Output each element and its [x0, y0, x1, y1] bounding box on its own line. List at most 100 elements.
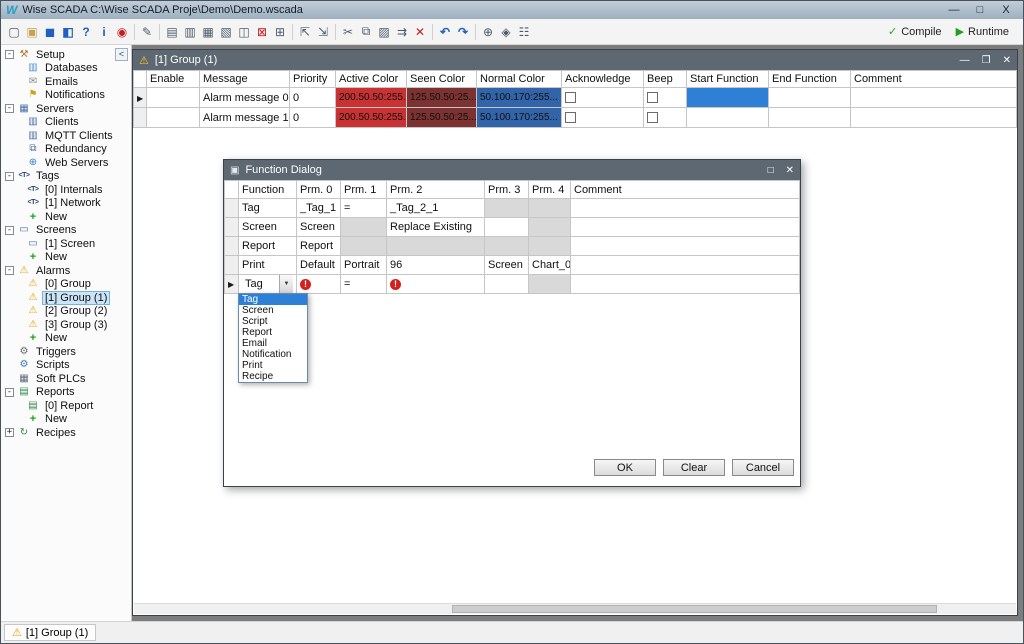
dropdown-option-notification[interactable]: Notification [239, 349, 307, 360]
expander-icon[interactable]: - [5, 104, 14, 113]
column-header-seen-color[interactable]: Seen Color [407, 71, 477, 88]
comment-cell[interactable] [571, 275, 800, 294]
dropdown-option-recipe[interactable]: Recipe [239, 371, 307, 382]
sidebar-item-triggers[interactable]: ⚙ Triggers [1, 345, 131, 359]
message-cell[interactable]: Alarm message 1! [200, 108, 290, 128]
expander-icon[interactable]: - [5, 388, 14, 397]
column-header-prm0[interactable]: Prm. 0 [297, 181, 341, 199]
sidebar-item-screens-new[interactable]: + New [1, 251, 131, 265]
chevron-down-icon[interactable]: ▼ [279, 275, 293, 293]
grid-icon[interactable]: ⊞ [271, 23, 289, 41]
seen-color-cell[interactable]: 125.50.50:25... [407, 88, 477, 108]
prm0-cell[interactable]: Report [297, 237, 341, 256]
normal-color-cell[interactable]: 50.100.170:255... [477, 88, 562, 108]
dropdown-option-email[interactable]: Email [239, 338, 307, 349]
sidebar-item-databases[interactable]: ▥ Databases [1, 62, 131, 76]
prm1-cell[interactable]: Portrait [341, 256, 387, 275]
sidebar-item-soft-plcs[interactable]: ▦ Soft PLCs [1, 372, 131, 386]
sidebar-item-group-1[interactable]: ⚠ [1] Group (1) [1, 291, 131, 305]
sidebar-item-reports-new[interactable]: + New [1, 413, 131, 427]
cut-icon[interactable]: ✂ [339, 23, 357, 41]
sitemap-icon[interactable]: ☷ [515, 23, 533, 41]
close-icon[interactable]: X [994, 4, 1018, 16]
acknowledge-cell[interactable] [562, 108, 644, 128]
function-cell[interactable]: Tag [239, 199, 297, 218]
comment-cell[interactable] [851, 88, 1017, 108]
lock-icon[interactable]: ◈ [497, 23, 515, 41]
sidebar-item-tags-new[interactable]: + New [1, 210, 131, 224]
dropdown-option-tag[interactable]: Tag [239, 294, 307, 305]
copy-icon[interactable]: ⧉ [357, 23, 375, 41]
normal-color-cell[interactable]: 50.100.170:255... [477, 108, 562, 128]
column-header-prm2[interactable]: Prm. 2 [387, 181, 485, 199]
expander-icon[interactable]: - [5, 50, 14, 59]
comment-cell[interactable] [851, 108, 1017, 128]
column-header-prm1[interactable]: Prm. 1 [341, 181, 387, 199]
sidebar-item-tags[interactable]: - <T> Tags [1, 170, 131, 184]
expander-icon[interactable]: - [5, 226, 14, 235]
prm2-cell-error[interactable] [387, 275, 485, 294]
function-cell[interactable]: Report [239, 237, 297, 256]
alarm-window-titlebar[interactable]: ⚠ [1] Group (1) — ❐ ✕ [133, 50, 1017, 70]
clear-button[interactable]: Clear [663, 459, 725, 476]
open-icon[interactable]: ▣ [23, 23, 41, 41]
prm2-cell[interactable]: _Tag_2_1 [387, 199, 485, 218]
ungroup-icon[interactable]: ⊠ [253, 23, 271, 41]
active-color-cell[interactable]: 200.50.50:255... [336, 88, 407, 108]
priority-cell[interactable]: 0 [290, 88, 336, 108]
comment-cell[interactable] [571, 199, 800, 218]
minimize-icon[interactable]: — [960, 55, 970, 66]
beep-cell[interactable] [644, 88, 687, 108]
function-cell[interactable]: Print [239, 256, 297, 275]
import-icon[interactable]: ⇱ [296, 23, 314, 41]
column-header-priority[interactable]: Priority [290, 71, 336, 88]
start-function-cell[interactable] [687, 108, 769, 128]
seen-color-cell[interactable]: 125.50.50:25... [407, 108, 477, 128]
close-icon[interactable]: ✕ [786, 165, 794, 176]
prm3-cell[interactable] [485, 275, 529, 294]
active-color-cell[interactable]: 200.50.50:255... [336, 108, 407, 128]
row-selector[interactable] [225, 218, 239, 237]
sidebar-item-group-3[interactable]: ⚠ [3] Group (3) [1, 318, 131, 332]
paste-icon[interactable]: ▨ [375, 23, 393, 41]
maximize-icon[interactable]: □ [768, 165, 774, 176]
enable-cell[interactable] [147, 88, 200, 108]
column-header-comment[interactable]: Comment [851, 71, 1017, 88]
comment-cell[interactable] [571, 237, 800, 256]
sidebar-item-emails[interactable]: ✉ Emails [1, 75, 131, 89]
runtime-button[interactable]: ▶ Runtime [956, 25, 1009, 38]
column-header-beep[interactable]: Beep [644, 71, 687, 88]
save-all-icon[interactable]: ◧ [59, 23, 77, 41]
prm0-cell[interactable]: Screen [297, 218, 341, 237]
sidebar-item-servers[interactable]: - ▦ Servers [1, 102, 131, 116]
sidebar-item-group-0[interactable]: ⚠ [0] Group [1, 278, 131, 292]
sidebar-item-web-servers[interactable]: ⊕ Web Servers [1, 156, 131, 170]
end-function-cell[interactable] [769, 88, 851, 108]
row-selector[interactable] [134, 108, 147, 128]
export-icon[interactable]: ⇲ [314, 23, 332, 41]
sidebar-item-clients[interactable]: ▥ Clients [1, 116, 131, 130]
column-header-end-function[interactable]: End Function [769, 71, 851, 88]
merge-icon[interactable]: ⇉ [393, 23, 411, 41]
column-header-acknowledge[interactable]: Acknowledge [562, 71, 644, 88]
group-icon[interactable]: ◫ [235, 23, 253, 41]
column-header-normal-color[interactable]: Normal Color [477, 71, 562, 88]
minimize-icon[interactable]: — [942, 4, 966, 16]
column-header-prm4[interactable]: Prm. 4 [529, 181, 571, 199]
sidebar-item-recipes[interactable]: + ↻ Recipes [1, 426, 131, 440]
align-left-icon[interactable]: ▤ [163, 23, 181, 41]
column-header-start-function[interactable]: Start Function [687, 71, 769, 88]
close-icon[interactable]: ✕ [1003, 55, 1011, 66]
sidebar-item-alarms[interactable]: - ⚠ Alarms [1, 264, 131, 278]
row-selector[interactable] [225, 237, 239, 256]
column-header-function[interactable]: Function [239, 181, 297, 199]
delete-icon[interactable]: ✕ [411, 23, 429, 41]
row-selector[interactable]: ▶ [134, 88, 147, 108]
info-icon[interactable]: i [95, 23, 113, 41]
restore-icon[interactable]: ❐ [982, 55, 991, 66]
dropdown-option-print[interactable]: Print [239, 360, 307, 371]
start-function-cell-selected[interactable] [687, 88, 769, 108]
save-icon[interactable]: ◼ [41, 23, 59, 41]
expander-icon[interactable]: + [5, 428, 14, 437]
horizontal-scrollbar[interactable] [134, 603, 1016, 614]
